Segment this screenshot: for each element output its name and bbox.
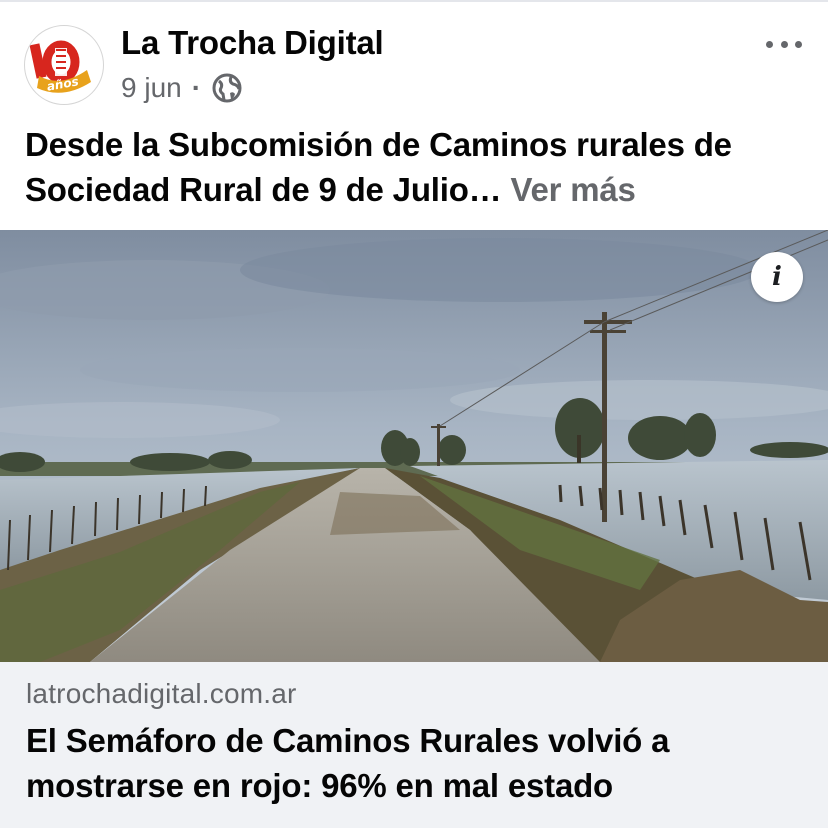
post-date[interactable]: 9 jun	[121, 72, 182, 104]
info-icon[interactable]: i	[751, 252, 803, 302]
post-meta: 9 jun ·	[121, 70, 243, 106]
link-headline[interactable]: El Semáforo de Caminos Rurales volvió a …	[26, 718, 816, 808]
link-domain: latrochadigital.com.ar	[26, 678, 297, 709]
see-more-link[interactable]: Ver más	[510, 171, 635, 208]
meta-separator: ·	[191, 72, 202, 103]
post-photo[interactable]	[0, 230, 828, 662]
post-caption: Desde la Subcomisión de Caminos rurales …	[25, 122, 805, 212]
globe-icon[interactable]	[211, 72, 243, 104]
page-avatar[interactable]: años	[24, 25, 104, 105]
anniversary-logo: años	[29, 40, 91, 94]
top-divider	[0, 0, 828, 2]
more-options-icon[interactable]	[766, 32, 802, 56]
flooded-rural-road-image	[0, 230, 828, 662]
page-name[interactable]: La Trocha Digital	[121, 24, 384, 62]
